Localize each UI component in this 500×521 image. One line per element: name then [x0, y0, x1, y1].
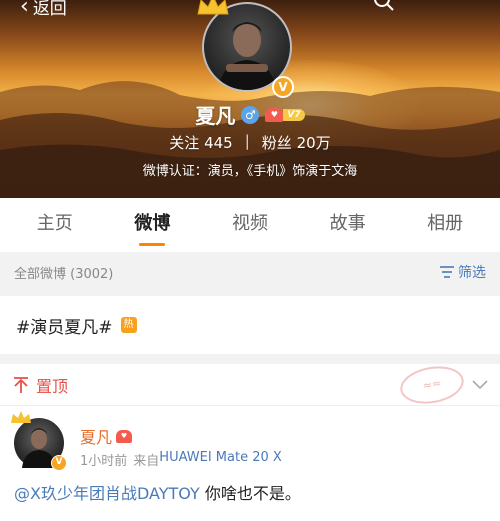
chevron-left-icon: ‹	[20, 0, 29, 19]
name-row: 夏凡 ♂ ♥ V7	[0, 100, 500, 129]
pin-header: 置顶	[12, 373, 68, 397]
post-source-prefix: 来自	[133, 454, 160, 469]
stamp-watermark: ≈≈	[397, 361, 467, 408]
topic-row[interactable]: #演员夏凡# 热	[0, 296, 500, 354]
search-icon[interactable]	[373, 0, 395, 12]
all-weibo-count[interactable]: 全部微博 (3002)	[14, 263, 113, 282]
followers-stat[interactable]: 粉丝 20万	[262, 132, 331, 153]
post-verified-icon: V	[51, 455, 67, 471]
pin-icon	[14, 376, 28, 393]
post-author-name[interactable]: 夏凡	[80, 424, 112, 448]
profile-banner: ‹ 返回 ••• V 夏凡 ♂ ♥ V7	[0, 0, 500, 198]
profile-avatar-wrap[interactable]: V	[197, 0, 294, 98]
profile-tabs: 主页 微博 视频 故事 相册	[0, 198, 500, 252]
chevron-down-icon[interactable]	[472, 379, 488, 390]
post-mention-link[interactable]: @X玖少年团肖战DAYTOY	[14, 484, 200, 503]
followers-label: 粉丝	[261, 134, 292, 152]
tab-video[interactable]: 视频	[218, 198, 282, 252]
pin-row: 置顶 ≈≈	[0, 361, 500, 408]
post-author-row: 夏凡 ♥	[80, 424, 133, 448]
filter-button[interactable]: 筛选	[439, 262, 486, 282]
verification-text: 微博认证：演员，《手机》饰演于文海	[142, 164, 358, 179]
stats-divider: |	[244, 132, 250, 150]
following-label: 关注	[169, 134, 200, 152]
tab-home[interactable]: 主页	[23, 198, 87, 252]
topic-hashtag[interactable]: #演员夏凡#	[16, 313, 113, 338]
more-icon[interactable]: •••	[435, 0, 476, 8]
post-text: 你啥也不是。	[199, 484, 301, 503]
post-body: @X玖少年团肖战DAYTOY 你啥也不是。	[0, 472, 500, 512]
post-crown-icon	[11, 411, 31, 423]
crown-icon	[197, 0, 229, 15]
back-button[interactable]: ‹ 返回	[20, 0, 67, 19]
pinned-post-card: 置顶 ≈≈ V 夏凡 ♥ 1小时前 来自 HUAWEI Mate 20 X @X…	[0, 361, 500, 521]
post-device[interactable]: HUAWEI Mate 20 X	[159, 450, 282, 469]
post-header: V 夏凡 ♥ 1小时前 来自 HUAWEI Mate 20 X	[0, 406, 500, 472]
following-stat[interactable]: 关注 445	[169, 132, 232, 153]
tab-weibo[interactable]: 微博	[120, 198, 184, 252]
following-count: 445	[204, 134, 233, 152]
post-vip-icon: ♥	[116, 429, 133, 443]
tab-story[interactable]: 故事	[316, 198, 380, 252]
vip-level: V7	[283, 108, 305, 121]
followers-count: 20万	[296, 134, 331, 152]
post-avatar-wrap[interactable]: V	[11, 411, 67, 471]
vip-badge[interactable]: ♥ V7	[265, 107, 305, 122]
post-meta: 1小时前 来自 HUAWEI Mate 20 X	[80, 450, 282, 469]
gender-male-icon: ♂	[241, 105, 260, 124]
verified-icon: V	[272, 76, 294, 98]
pin-actions: ≈≈	[397, 361, 488, 408]
tab-album[interactable]: 相册	[413, 198, 477, 252]
stats-row: 关注 445 | 粉丝 20万	[0, 132, 500, 153]
filter-bar: 全部微博 (3002) 筛选	[0, 252, 500, 292]
filter-label: 筛选	[458, 265, 486, 281]
back-label: 返回	[32, 0, 67, 19]
nav-actions: •••	[373, 0, 476, 18]
post-time: 1小时前	[80, 454, 128, 469]
vip-heart-icon: ♥	[265, 107, 284, 122]
filter-icon	[440, 266, 454, 278]
hot-badge: 热	[120, 317, 137, 333]
profile-name: 夏凡	[195, 104, 236, 128]
pin-label: 置顶	[36, 376, 69, 396]
